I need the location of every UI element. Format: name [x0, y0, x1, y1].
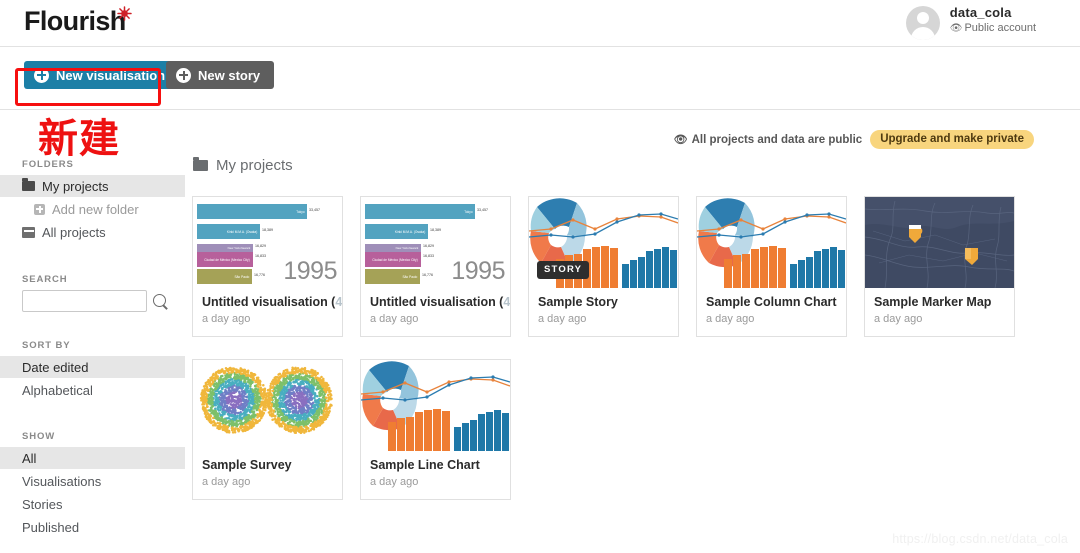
- search-box[interactable]: [22, 290, 147, 312]
- plus-circle-icon: [176, 67, 191, 83]
- story-badge: STORY: [537, 261, 590, 279]
- sidebar-item-label: My projects: [42, 178, 109, 194]
- project-timestamp: a day ago: [370, 313, 419, 325]
- project-meta: Sample Marker Map a day ago: [865, 288, 1014, 336]
- combo-chart-thumbnail: [361, 360, 510, 451]
- account-status: 👁 Public account: [950, 21, 1036, 36]
- sidebar-item-add-new-folder[interactable]: Add new folder: [0, 198, 185, 220]
- plus-square-icon: [34, 203, 45, 215]
- project-timestamp: a day ago: [202, 313, 251, 325]
- project-thumbnail: Tokyo 33,457 Kinki M.M.A. (Osaka) 18,389…: [361, 197, 510, 288]
- new-story-button[interactable]: New story: [166, 61, 275, 89]
- project-grid: Tokyo 33,457 Kinki M.M.A. (Osaka) 18,389…: [192, 196, 1072, 522]
- search-heading: SEARCH: [22, 274, 68, 285]
- project-thumbnail: STORY: [529, 197, 678, 288]
- sidebar-item-stories[interactable]: Stories: [0, 493, 185, 515]
- combo-chart-thumbnail: [697, 197, 846, 288]
- archive-icon: [22, 226, 35, 238]
- project-thumbnail: Tokyo 33,457 Kinki M.M.A. (Osaka) 18,389…: [193, 197, 342, 288]
- project-card[interactable]: Sample Marker Map a day ago: [864, 196, 1015, 337]
- eye-icon: 👁: [949, 23, 963, 34]
- flourish-logo[interactable]: Flourish: [24, 6, 126, 37]
- sidebar-item-published[interactable]: Published: [0, 516, 185, 538]
- sidebar-item-label: Published: [22, 519, 80, 535]
- search-icon[interactable]: [153, 294, 166, 307]
- sidebar-item-all[interactable]: All: [0, 447, 185, 469]
- project-card[interactable]: Sample Survey a day ago: [192, 359, 343, 500]
- project-meta: Sample Story a day ago: [529, 288, 678, 336]
- folder-icon: [22, 178, 35, 191]
- new-visualisation-button[interactable]: New visualisation: [24, 61, 180, 89]
- project-meta: Untitled visualisation (46 a day ago: [361, 288, 510, 336]
- project-title: Untitled visualisation (46: [202, 295, 342, 309]
- avatar: [905, 6, 940, 40]
- new-story-label: New story: [198, 67, 261, 83]
- sidebar-item-label: All: [22, 450, 37, 466]
- project-title: Sample Marker Map: [874, 295, 992, 309]
- project-timestamp: a day ago: [370, 476, 419, 488]
- sidebar-item-date-edited[interactable]: Date edited: [0, 356, 185, 378]
- project-card[interactable]: Sample Column Chart a day ago: [696, 196, 847, 337]
- project-card[interactable]: Tokyo 33,457 Kinki M.M.A. (Osaka) 18,389…: [192, 196, 343, 337]
- project-card[interactable]: STORY Sample Story a day ago: [528, 196, 686, 344]
- action-bar: New visualisation New story 👁 All projec…: [0, 48, 1080, 149]
- project-card[interactable]: Tokyo 33,457 Kinki M.M.A. (Osaka) 18,389…: [360, 196, 511, 337]
- project-title: Sample Survey: [202, 458, 292, 472]
- bar-race-chart: Tokyo 33,457 Kinki M.M.A. (Osaka) 18,389…: [193, 197, 342, 288]
- project-thumbnail: [697, 197, 846, 288]
- show-heading: SHOW: [22, 431, 56, 442]
- star-icon: [117, 6, 132, 21]
- project-card[interactable]: Sample Line Chart a day ago: [360, 359, 511, 500]
- sort-by-heading: SORT BY: [22, 340, 71, 351]
- project-meta: Sample Column Chart a day ago: [697, 288, 846, 336]
- account-menu[interactable]: data_cola 👁 Public account: [905, 5, 1036, 41]
- account-status-label: Public account: [964, 22, 1036, 34]
- sidebar-item-visualisations[interactable]: Visualisations: [0, 470, 185, 492]
- sidebar-item-label: All projects: [42, 224, 106, 240]
- project-title: Sample Story: [538, 295, 618, 309]
- project-timestamp: a day ago: [706, 313, 755, 325]
- project-timestamp: a day ago: [874, 313, 923, 325]
- new-visualisation-label: New visualisation: [56, 67, 166, 83]
- app-header: Flourish data_cola 👁 Public account: [0, 0, 1080, 47]
- project-meta: Sample Line Chart a day ago: [361, 451, 510, 499]
- breadcrumb-label: My projects: [216, 157, 293, 174]
- sidebar-item-label: Date edited: [22, 359, 89, 375]
- search-input[interactable]: [23, 291, 146, 311]
- project-title: Sample Column Chart: [706, 295, 837, 309]
- main-panel: My projects Tokyo 33,457 Kinki M.M.A. (O…: [185, 111, 1080, 500]
- chart-year-label: 1995: [451, 257, 505, 285]
- plus-circle-icon: [34, 67, 49, 83]
- sidebar-item-label: Add new folder: [52, 201, 139, 217]
- project-title: Untitled visualisation (46: [370, 295, 510, 309]
- project-thumbnail: [361, 360, 510, 451]
- sidebar-item-label: Stories: [22, 496, 63, 512]
- watermark: https://blog.csdn.net/data_cola: [892, 532, 1068, 546]
- sidebar-item-alphabetical[interactable]: Alphabetical: [0, 379, 185, 401]
- chart-year-label: 1995: [283, 257, 337, 285]
- project-thumbnail: [193, 360, 342, 451]
- sidebar-item-all-projects[interactable]: All projects: [0, 221, 185, 243]
- folder-icon: [193, 157, 208, 171]
- marker-map-thumbnail: [865, 197, 1014, 288]
- flourish-projects-page: Flourish data_cola 👁 Public account New …: [0, 0, 1080, 553]
- project-title: Sample Line Chart: [370, 458, 480, 472]
- breadcrumb: My projects: [193, 157, 1080, 174]
- account-name: data_cola: [949, 5, 1012, 20]
- project-meta: Untitled visualisation (46 a day ago: [193, 288, 342, 336]
- survey-dots-thumbnail: [193, 360, 342, 451]
- bar-race-chart: Tokyo 33,457 Kinki M.M.A. (Osaka) 18,389…: [361, 197, 510, 288]
- sidebar-item-label: Alphabetical: [22, 382, 93, 398]
- project-timestamp: a day ago: [202, 476, 251, 488]
- project-timestamp: a day ago: [538, 313, 587, 325]
- project-meta: Sample Survey a day ago: [193, 451, 342, 499]
- sidebar-item-my-projects[interactable]: My projects: [0, 175, 185, 197]
- sidebar-item-label: Visualisations: [22, 473, 102, 489]
- sidebar: FOLDERS My projects Add new folder All p…: [0, 111, 185, 539]
- folders-heading: FOLDERS: [22, 159, 74, 170]
- project-thumbnail: [865, 197, 1014, 288]
